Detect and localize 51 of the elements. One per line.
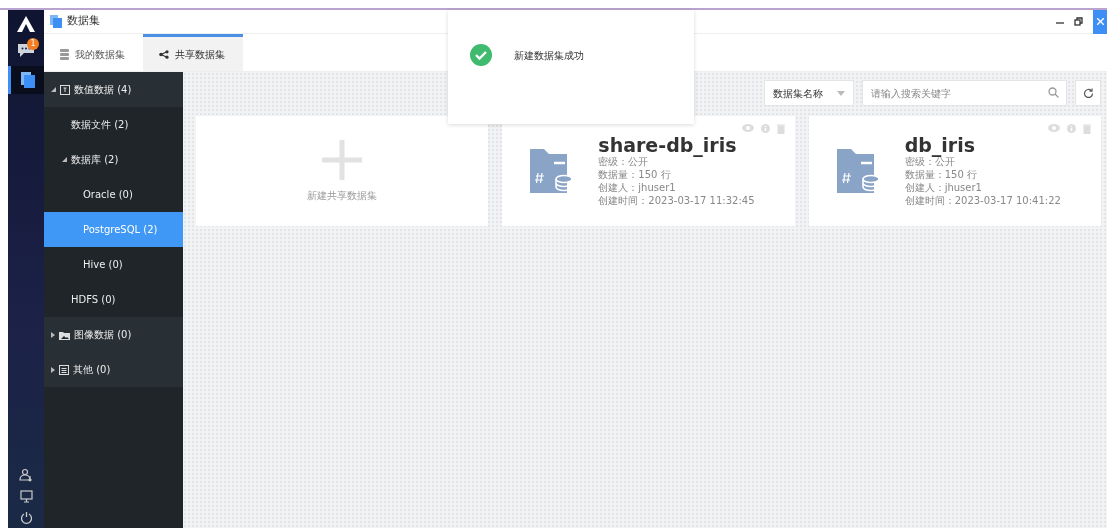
datasets-button[interactable] bbox=[8, 66, 44, 94]
collapsed-arrow-icon bbox=[51, 331, 55, 338]
image-folder-icon bbox=[59, 329, 70, 340]
dataset-icon bbox=[50, 15, 62, 28]
expanded-arrow-icon bbox=[51, 87, 56, 92]
tree-item[interactable]: 其他 (0) bbox=[44, 352, 183, 387]
toast-message: 新建数据集成功 bbox=[514, 48, 584, 63]
monitor-icon[interactable] bbox=[19, 490, 33, 503]
share-icon bbox=[159, 49, 169, 59]
logo-icon bbox=[17, 16, 35, 32]
caret-icon bbox=[837, 90, 845, 96]
dataset-detail: 创建时间：2023-03-17 10:41:22 bbox=[904, 194, 1061, 208]
plus-icon bbox=[322, 139, 363, 180]
check-icon bbox=[470, 44, 492, 66]
collapsed-arrow-icon bbox=[51, 366, 55, 373]
refresh-button[interactable] bbox=[1075, 80, 1101, 106]
dataset-detail: 密级：公开 bbox=[904, 156, 955, 169]
tree-item[interactable]: 数据文件 (2) bbox=[44, 107, 183, 142]
dataset-detail: 创建人：jhuser1 bbox=[904, 181, 983, 195]
restore-icon[interactable] bbox=[1074, 17, 1083, 26]
dataset-detail: 创建时间：2023-03-17 11:32:45 bbox=[598, 194, 755, 208]
window-title: 数据集 bbox=[67, 13, 100, 30]
dataset-folder-icon bbox=[836, 149, 881, 193]
dataset-name: share-db_iris bbox=[598, 134, 738, 156]
tree-item[interactable]: Hive (0) bbox=[44, 247, 183, 282]
database-icon bbox=[60, 48, 69, 60]
tree-item[interactable]: 数值数据 (4) bbox=[44, 72, 183, 107]
notification-badge: 1 bbox=[27, 38, 39, 50]
tree-item[interactable]: 数据库 (2) bbox=[44, 142, 183, 177]
dataset-detail: 密级：公开 bbox=[598, 156, 649, 169]
tree-item[interactable]: 图像数据 (0) bbox=[44, 317, 183, 352]
dataset-detail: 数据量：150 行 bbox=[904, 168, 978, 182]
document-icon bbox=[59, 364, 69, 375]
search-icon bbox=[1048, 87, 1059, 98]
search-field[interactable]: 请输入搜索关键字 bbox=[862, 80, 1067, 106]
expanded-arrow-icon bbox=[62, 157, 67, 162]
tree-item[interactable]: Oracle (0) bbox=[44, 177, 183, 212]
dataset-detail: 数据量：150 行 bbox=[598, 168, 672, 182]
table-icon bbox=[60, 84, 70, 95]
refresh-icon bbox=[1082, 87, 1094, 99]
new-dataset-label: 新建共享数据集 bbox=[307, 188, 378, 203]
dataset-name: db_iris bbox=[904, 134, 977, 156]
users-icon[interactable] bbox=[19, 468, 33, 482]
dataset-detail: 创建人：jhuser1 bbox=[598, 181, 677, 195]
tree-item[interactable]: HDFS (0) bbox=[44, 282, 183, 317]
filter-dropdown[interactable]: 数据集名称 bbox=[764, 80, 854, 106]
tab[interactable]: 共享数据集 bbox=[143, 34, 243, 71]
close-icon bbox=[1096, 18, 1104, 25]
power-icon[interactable] bbox=[19, 511, 33, 524]
dataset-icon bbox=[20, 72, 35, 88]
close-button[interactable] bbox=[1093, 9, 1107, 34]
